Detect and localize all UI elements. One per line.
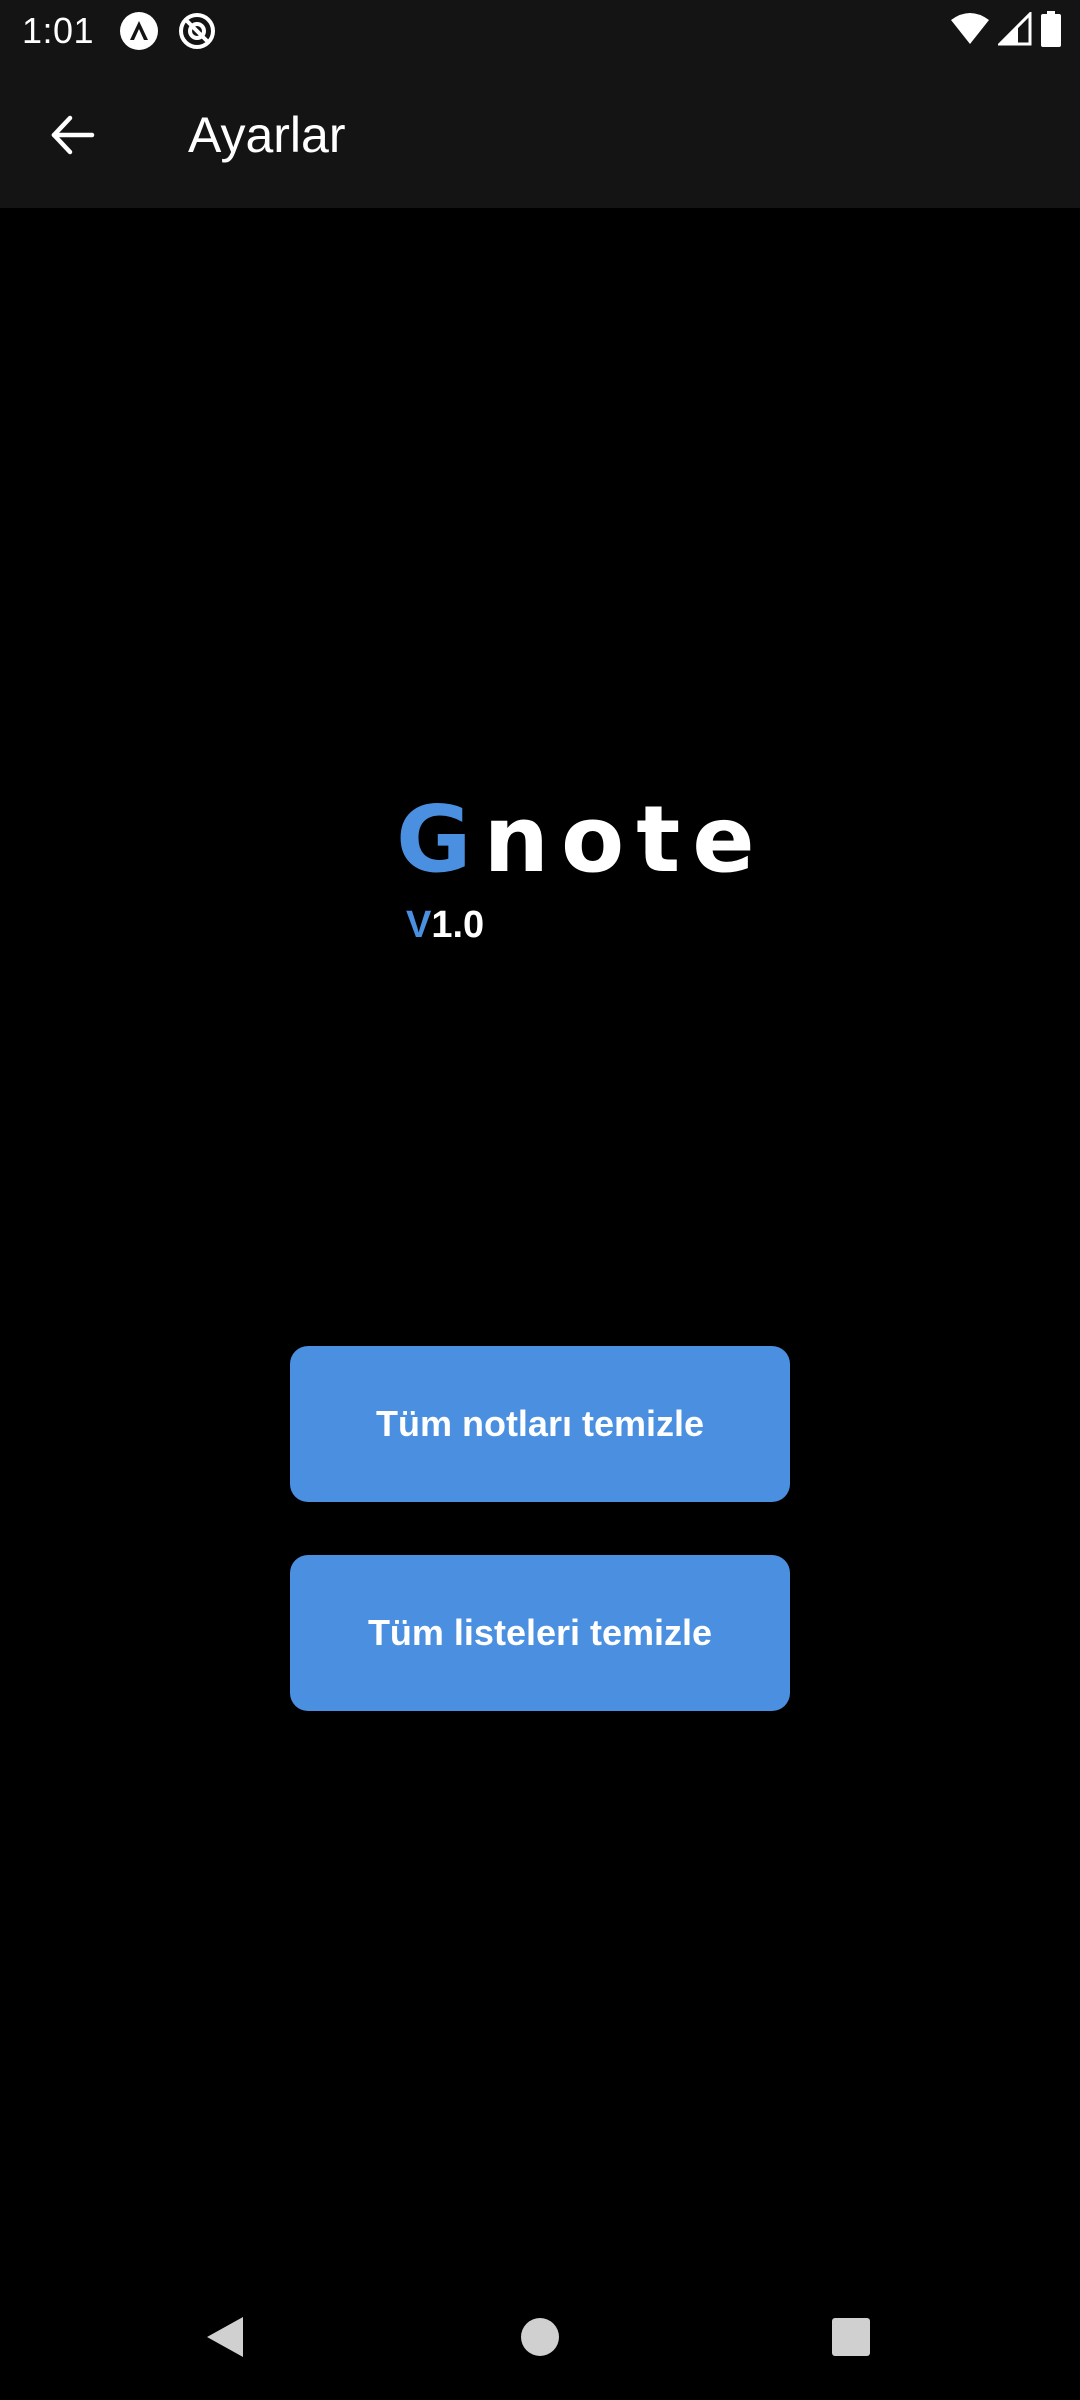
status-bar: 1:01 — [0, 0, 1080, 62]
app-version: V1.0 — [406, 902, 484, 948]
nav-home-icon — [521, 2318, 559, 2356]
nav-back-icon — [207, 2317, 243, 2357]
app-notification-icon — [120, 12, 158, 50]
nav-home-button[interactable] — [495, 2292, 585, 2382]
clear-all-lists-button[interactable]: Tüm listeleri temizle — [290, 1555, 790, 1711]
app-logo: Gnote — [396, 780, 796, 900]
clear-all-notes-button[interactable]: Tüm notları temizle — [290, 1346, 790, 1502]
nav-recents-button[interactable] — [806, 2292, 896, 2382]
do-not-disturb-icon — [178, 12, 216, 50]
settings-screen: 1:01 Ayarlar Gnote V1.0 Tüm notları temi… — [0, 0, 1080, 2400]
status-time: 1:01 — [22, 10, 95, 51]
arrow-back-icon — [51, 115, 95, 155]
page-title: Ayarlar — [188, 107, 346, 163]
logo-accent-letter: G — [396, 786, 484, 893]
wifi-icon — [950, 12, 990, 51]
nav-recents-icon — [832, 2318, 870, 2356]
version-prefix: V — [406, 904, 432, 946]
nav-back-button[interactable] — [180, 2292, 270, 2382]
app-bar: Ayarlar — [0, 62, 1080, 208]
back-button[interactable] — [36, 98, 110, 172]
logo-text: note — [483, 786, 767, 893]
cellular-signal-icon — [996, 9, 1032, 51]
battery-icon — [1040, 10, 1062, 52]
status-indicators — [950, 9, 1062, 52]
system-nav-bar — [0, 2270, 1080, 2400]
version-number: 1.0 — [431, 904, 485, 946]
